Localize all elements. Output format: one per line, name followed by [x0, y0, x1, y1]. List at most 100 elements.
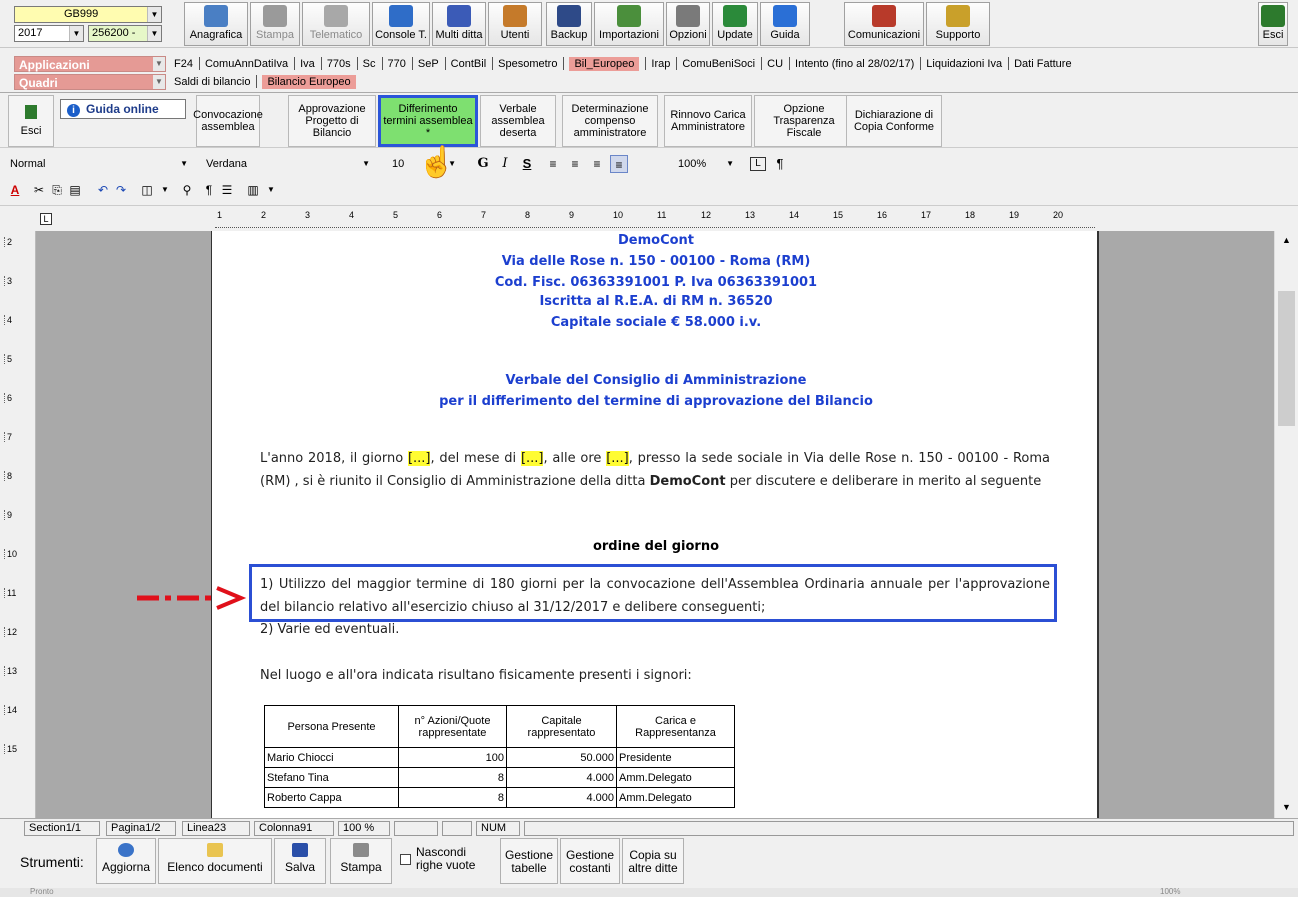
status-line: Linea23: [182, 821, 250, 836]
guida-online-button[interactable]: i Guida online: [60, 99, 186, 119]
table-icon[interactable]: ◫: [138, 181, 156, 199]
scroll-thumb[interactable]: [1278, 291, 1295, 426]
menu-tab-comubenisoci[interactable]: ComuBeniSoci: [682, 57, 755, 71]
ribbon-dichiarazione-di-copia-conforme-button[interactable]: Dichiarazione di Copia Conforme: [846, 95, 942, 147]
scroll-up-icon[interactable]: ▲: [1282, 235, 1291, 245]
menu-tab-770[interactable]: 770: [388, 57, 406, 71]
ribbon-verbale-assemblea-deserta-button[interactable]: Verbale assemblea deserta: [480, 95, 556, 147]
backup-button[interactable]: Backup: [546, 2, 592, 46]
intro-text: , del mese di: [430, 451, 521, 466]
menu-separator: [563, 57, 565, 70]
company-id-select[interactable]: 256200 - ▼: [88, 25, 162, 42]
justify-icon[interactable]: ≡: [610, 155, 628, 173]
underline-icon[interactable]: S: [518, 155, 536, 173]
folder-icon: [207, 843, 223, 857]
gestione-costanti-button[interactable]: Gestione costanti: [560, 838, 620, 884]
salva-button[interactable]: Salva: [274, 838, 326, 884]
gestione-tabelle-button[interactable]: Gestione tabelle: [500, 838, 558, 884]
quadri-label[interactable]: Quadri ▼: [14, 74, 166, 90]
font-size-select[interactable]: 10 ▼: [388, 155, 458, 173]
menu-tab-dati-fatture[interactable]: Dati Fatture: [1014, 57, 1071, 71]
ribbon-opzione-trasparenza-fiscale-button[interactable]: Opzione Trasparenza Fiscale: [754, 95, 854, 147]
company-tax-codes: Cod. Fisc. 06363391001 P. Iva 0636339100…: [494, 275, 818, 290]
vertical-ruler-mark: 8: [4, 471, 12, 481]
menu-tab-contbil[interactable]: ContBil: [451, 57, 486, 71]
pilcrow-icon[interactable]: ¶: [772, 155, 788, 173]
vertical-scrollbar[interactable]: ▲ ▼: [1274, 231, 1298, 818]
font-select[interactable]: Verdana ▼: [202, 155, 372, 173]
menu-tab-intento-fino-al-28-02-17[interactable]: Intento (fino al 28/02/17): [795, 57, 914, 71]
tab-type-box[interactable]: L: [40, 213, 52, 225]
copia-altre-ditte-button[interactable]: Copia su altre ditte: [622, 838, 684, 884]
align-center-icon[interactable]: ≡: [566, 155, 584, 173]
anagrafica-button[interactable]: Anagrafica: [184, 2, 248, 46]
menu-tab-bilancio-europeo[interactable]: Bilancio Europeo: [262, 75, 356, 89]
comunicazioni-button[interactable]: Comunicazioni: [844, 2, 924, 46]
stampa-button[interactable]: Stampa: [330, 838, 392, 884]
paragraph-format-icon[interactable]: ¶: [200, 181, 218, 199]
paste-icon[interactable]: ▤: [66, 181, 84, 199]
chevron-down-icon[interactable]: ▼: [262, 181, 280, 199]
horizontal-ruler: L 1 2 3 4 5 6 7 8 9 10 11 12 13 14 15 16 17 18 19 20: [0, 205, 1298, 231]
save-icon: [292, 843, 308, 857]
aggiorna-button[interactable]: Aggiorna: [96, 838, 156, 884]
align-left-icon[interactable]: ≡: [544, 155, 562, 173]
month-placeholder[interactable]: [...]: [520, 451, 544, 466]
font-color-icon[interactable]: A: [6, 181, 24, 199]
year-select[interactable]: 2017 ▼: [14, 25, 84, 42]
style-select[interactable]: Normal ▼: [6, 155, 190, 173]
menu-tab-770s[interactable]: 770s: [327, 57, 351, 71]
redo-icon[interactable]: ↷: [112, 181, 130, 199]
menu-tab-cu[interactable]: CU: [767, 57, 783, 71]
bold-icon[interactable]: G: [474, 155, 492, 173]
menu-tab-liquidazioni-iva[interactable]: Liquidazioni Iva: [926, 57, 1002, 71]
elenco-documenti-button[interactable]: Elenco documenti: [158, 838, 272, 884]
importazioni-button[interactable]: Importazioni: [594, 2, 664, 46]
telematico-button[interactable]: Telematico: [302, 2, 370, 46]
ribbon-rinnovo-carica-amministratore-button[interactable]: Rinnovo Carica Amministratore: [664, 95, 752, 147]
menu-tab-f24[interactable]: F24: [174, 57, 193, 71]
chevron-down-icon[interactable]: ▼: [156, 181, 174, 199]
align-right-icon[interactable]: ≡: [588, 155, 606, 173]
stampa-label: Stampa: [340, 860, 382, 874]
menu-tab-saldi-di-bilancio[interactable]: Saldi di bilancio: [174, 75, 250, 89]
guida-button[interactable]: Guida: [760, 2, 810, 46]
zoom-select[interactable]: 100% ▼: [674, 155, 736, 173]
menu-tab-spesometro[interactable]: Spesometro: [498, 57, 557, 71]
copy-icon[interactable]: ⎘: [48, 181, 66, 199]
menu-tab-iva[interactable]: Iva: [300, 57, 315, 71]
menu-tab-comuanndatiiva[interactable]: ComuAnnDatiIva: [205, 57, 288, 71]
menu-tab-sep[interactable]: SeP: [418, 57, 439, 71]
bullet-list-icon[interactable]: ☰: [218, 181, 236, 199]
menu-tab-irap[interactable]: Irap: [651, 57, 670, 71]
ribbon-differimento-termini-assemblea-button[interactable]: Differimento termini assemblea *: [378, 95, 478, 147]
stampa-button[interactable]: Stampa: [250, 2, 300, 46]
scroll-down-icon[interactable]: ▼: [1282, 802, 1291, 812]
update-button[interactable]: Update: [712, 2, 758, 46]
ribbon-approvazione-progetto-di-bilancio-button[interactable]: Approvazione Progetto di Bilancio: [288, 95, 376, 147]
supporto-button[interactable]: Supporto: [926, 2, 990, 46]
hour-placeholder[interactable]: [...]: [606, 451, 629, 466]
insert-field-icon[interactable]: ▥: [244, 181, 262, 199]
multi-ditta-button[interactable]: Multi ditta: [432, 2, 486, 46]
utenti-button[interactable]: Utenti: [488, 2, 542, 46]
console-t-button[interactable]: Console T.: [372, 2, 430, 46]
document-page[interactable]: DemoCont Via delle Rose n. 150 - 00100 -…: [211, 231, 1099, 818]
hide-empty-rows-checkbox[interactable]: [400, 854, 411, 865]
exit-button[interactable]: Esci: [8, 95, 54, 147]
ruler-track[interactable]: 1 2 3 4 5 6 7 8 9 10 11 12 13 14 15 16 17 18 19 20: [215, 210, 1095, 228]
cut-icon[interactable]: ✂: [30, 181, 48, 199]
ribbon-convocazione-assemblea-button[interactable]: Convocazione assemblea: [193, 95, 263, 147]
find-icon[interactable]: ⚲: [178, 181, 196, 199]
menu-tab-sc[interactable]: Sc: [363, 57, 376, 71]
ribbon-determinazione-compenso-amministratore-button[interactable]: Determinazione compenso amministratore: [562, 95, 658, 147]
applications-label[interactable]: Applicazioni ▼: [14, 56, 166, 72]
opzioni-button[interactable]: Opzioni: [666, 2, 710, 46]
company-code-select[interactable]: GB999 ▼: [14, 6, 162, 23]
day-placeholder[interactable]: [...]: [407, 451, 431, 466]
italic-icon[interactable]: I: [496, 155, 514, 173]
tab-stop-icon[interactable]: L: [750, 157, 766, 171]
esci-button[interactable]: Esci: [1258, 2, 1288, 46]
undo-icon[interactable]: ↶: [94, 181, 112, 199]
menu-tab-bil-europeo[interactable]: Bil_Europeo: [569, 57, 640, 71]
